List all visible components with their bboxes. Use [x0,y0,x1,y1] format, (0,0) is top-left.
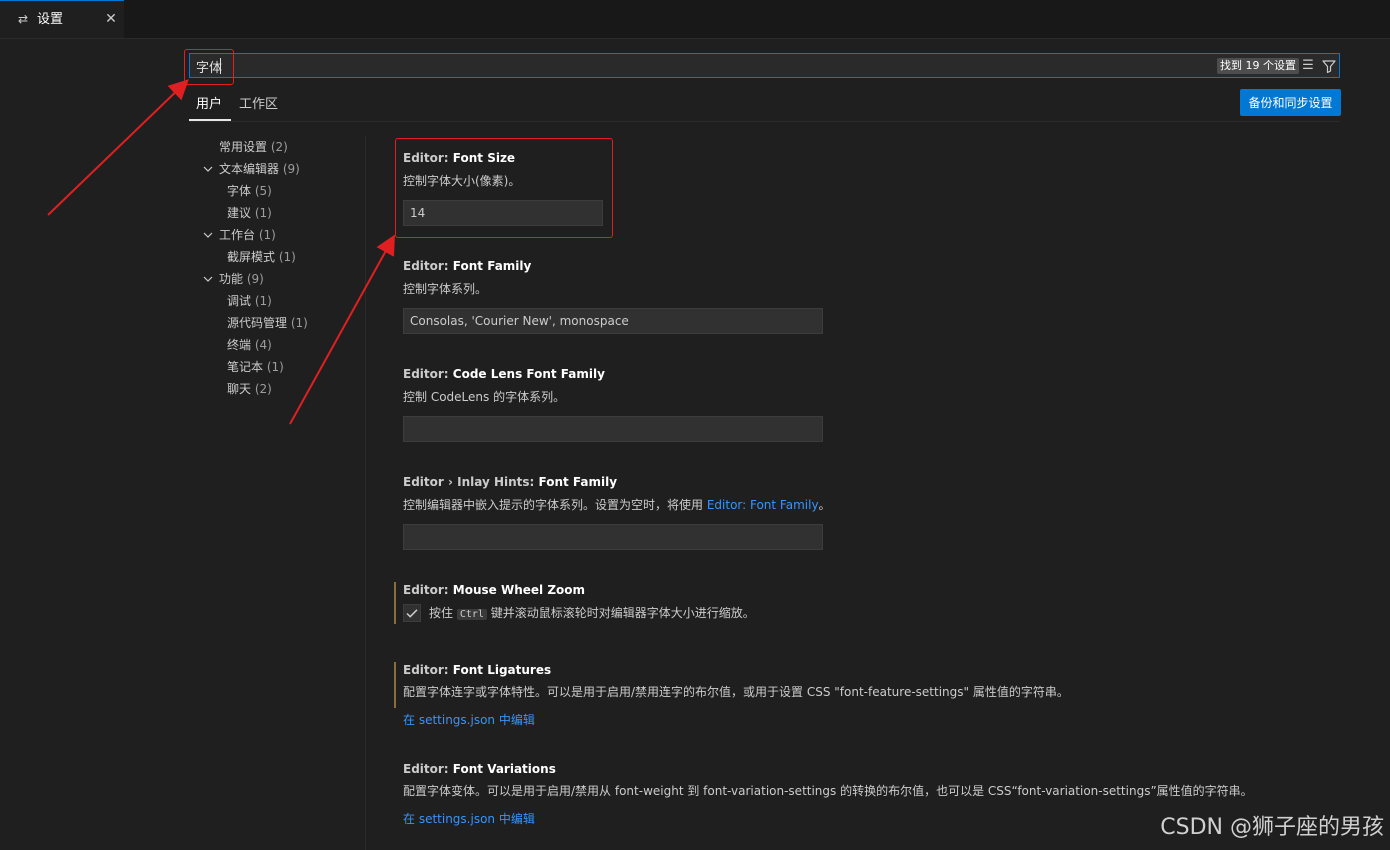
arrow-to-font-size [289,234,395,425]
arrow-to-search [47,79,189,216]
watermark: CSDN @狮子座的男孩 [1160,815,1384,840]
annotation-arrows [47,79,395,425]
